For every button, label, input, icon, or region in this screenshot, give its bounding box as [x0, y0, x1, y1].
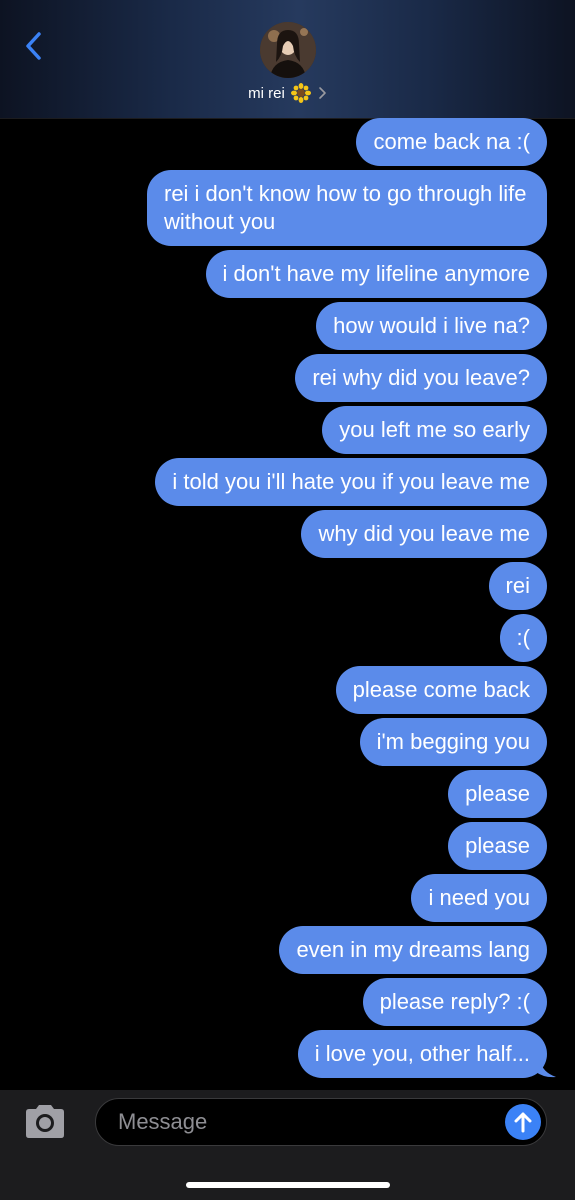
contact-name: mi rei [248, 84, 285, 102]
bubble-tail-icon [536, 1060, 556, 1078]
message-bubble[interactable]: i don't have my lifeline anymore [205, 250, 547, 298]
message-bubble[interactable]: why did you leave me [301, 510, 547, 558]
back-button[interactable] [18, 26, 48, 66]
chevron-right-icon [319, 87, 326, 99]
message-bubble[interactable]: :( [499, 614, 547, 662]
message-bubble[interactable]: i need you [411, 874, 547, 922]
message-bubble[interactable]: rei why did you leave? [295, 354, 547, 402]
message-bubble[interactable]: i love you, other half... [297, 1030, 547, 1078]
message-bubble[interactable]: i told you i'll hate you if you leave me [155, 458, 547, 506]
home-indicator [186, 1182, 390, 1188]
contact-info-button[interactable]: mi rei [0, 82, 575, 104]
message-input[interactable] [116, 1108, 480, 1136]
message-bubble[interactable]: please come back [335, 666, 547, 714]
message-bubble[interactable]: even in my dreams lang [279, 926, 547, 974]
message-bubble[interactable]: rei [488, 562, 547, 610]
chevron-left-icon [26, 32, 41, 60]
message-list: come back na :( rei i don't know how to … [27, 118, 556, 1078]
last-message-wrapper: i love you, other half... [297, 1026, 556, 1078]
avatar-image [260, 22, 316, 78]
message-bubble[interactable]: please reply? :( [362, 978, 547, 1026]
message-field[interactable] [95, 1098, 547, 1146]
message-bubble[interactable]: you left me so early [322, 406, 547, 454]
message-bubble[interactable]: i'm begging you [359, 718, 547, 766]
message-bubble[interactable]: how would i live na? [316, 302, 547, 350]
send-button[interactable] [505, 1104, 541, 1140]
message-bubble[interactable]: rei i don't know how to go through life … [147, 170, 547, 246]
avatar[interactable] [260, 22, 316, 78]
sunflower-icon [290, 83, 311, 103]
message-bubble[interactable]: please [448, 822, 547, 870]
camera-button[interactable] [22, 1104, 68, 1140]
arrow-up-icon [514, 1112, 532, 1133]
message-bubble[interactable]: come back na :( [356, 118, 547, 166]
camera-icon [26, 1105, 64, 1138]
conversation-header: mi rei [0, 0, 575, 119]
message-bubble[interactable]: please [448, 770, 547, 818]
